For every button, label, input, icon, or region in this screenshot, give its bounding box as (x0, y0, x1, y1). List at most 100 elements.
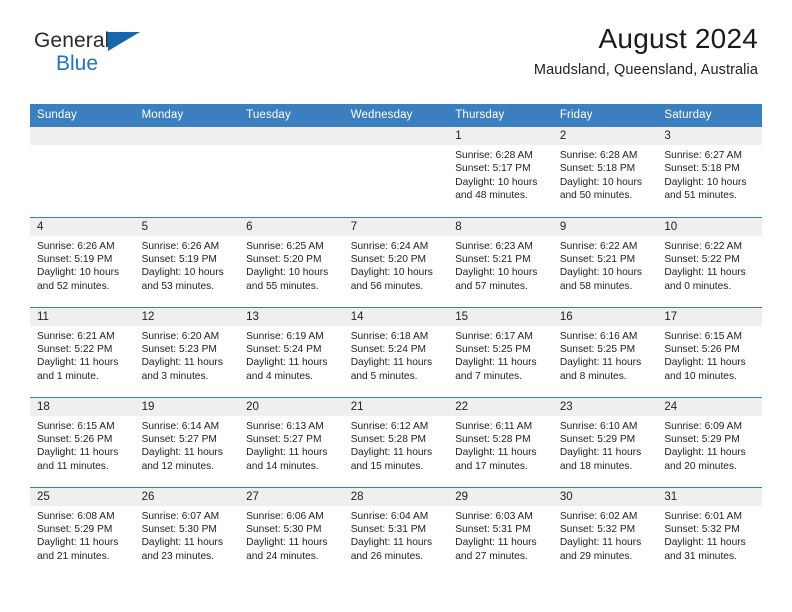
calendar-day-cell[interactable]: 12 Sunrise: 6:20 AM Sunset: 5:23 PM Dayligh… (134, 306, 240, 397)
day-number: 22 (448, 397, 553, 416)
sunrise-text: Sunrise: 6:20 AM (141, 330, 220, 342)
day-number: 8 (448, 217, 553, 236)
weekday-header-friday: Friday (552, 104, 658, 127)
daylight-text-line2: and 53 minutes. (141, 280, 215, 292)
daylight-text-line1: Daylight: 10 hours (455, 267, 538, 279)
daylight-text-line1: Daylight: 11 hours (37, 537, 119, 549)
daylight-text-line2: and 55 minutes. (246, 280, 319, 292)
sunrise-text: Sunrise: 6:16 AM (559, 330, 638, 342)
sunset-text: Sunset: 5:25 PM (559, 343, 636, 355)
daylight-text-line1: Daylight: 11 hours (37, 357, 119, 369)
daylight-text-line1: Daylight: 11 hours (141, 357, 223, 369)
calendar-day-cell[interactable]: 5 Sunrise: 6:26 AM Sunset: 5:19 PM Daylight… (134, 216, 240, 307)
sunset-text: Sunset: 5:29 PM (664, 433, 740, 445)
day-details: Sunrise: 6:10 AM Sunset: 5:29 PM Daylight:… (553, 416, 658, 474)
calendar-day-cell[interactable]: 13 Sunrise: 6:19 AM Sunset: 5:24 PM Dayligh… (239, 306, 344, 397)
calendar-day-cell[interactable]: 6 Sunrise: 6:25 AM Sunset: 5:20 PM Daylight… (239, 216, 344, 307)
calendar-day-cell[interactable]: 7 Sunrise: 6:24 AM Sunset: 5:20 PM Daylight… (343, 216, 449, 307)
calendar-day-cell[interactable]: 17 Sunrise: 6:15 AM Sunset: 5:26 PM Dayligh… (657, 306, 762, 397)
calendar-day-cell[interactable]: 19 Sunrise: 6:14 AM Sunset: 5:27 PM Dayligh… (134, 396, 240, 487)
calendar-day-cell[interactable]: 29 Sunrise: 6:03 AM Sunset: 5:31 PM Dayligh… (448, 486, 553, 577)
day-number: 4 (30, 217, 135, 236)
sunset-text: Sunset: 5:32 PM (559, 523, 636, 535)
day-number: 18 (30, 397, 135, 416)
calendar-day-cell[interactable]: 27 Sunrise: 6:06 AM Sunset: 5:30 PM Dayligh… (239, 486, 344, 577)
daylight-text-line2: and 14 minutes. (246, 460, 319, 472)
sunrise-text: Sunrise: 6:19 AM (246, 330, 324, 342)
calendar-day-cell[interactable]: 16 Sunrise: 6:16 AM Sunset: 5:25 PM Dayligh… (552, 306, 658, 397)
calendar-day-cell[interactable]: 31 Sunrise: 6:01 AM Sunset: 5:32 PM Dayligh… (657, 486, 762, 577)
daylight-text-line2: and 26 minutes. (350, 550, 424, 562)
calendar-day-cell[interactable]: 3 Sunrise: 6:27 AM Sunset: 5:18 PM Daylight… (657, 127, 762, 217)
calendar-week-row: 25 Sunrise: 6:08 AM Sunset: 5:29 PM Dayligh… (30, 486, 762, 577)
calendar-day-cell[interactable]: 26 Sunrise: 6:07 AM Sunset: 5:30 PM Dayligh… (134, 486, 240, 577)
calendar-day-cell[interactable]: 20 Sunrise: 6:13 AM Sunset: 5:27 PM Dayligh… (239, 396, 344, 487)
day-number: 19 (134, 397, 240, 416)
daylight-text-line1: Daylight: 11 hours (559, 357, 642, 369)
day-number: 28 (343, 487, 449, 506)
daylight-text-line1: Daylight: 11 hours (350, 447, 433, 459)
day-number: 6 (239, 217, 344, 236)
sunset-text: Sunset: 5:31 PM (455, 523, 531, 535)
calendar-day-cell[interactable]: 4 Sunrise: 6:26 AM Sunset: 5:19 PM Daylight… (30, 216, 135, 307)
day-number: 9 (552, 217, 658, 236)
page-header: General Blue August 2024 Maudsland, Quee… (0, 0, 792, 100)
calendar-day-cell[interactable]: 18 Sunrise: 6:15 AM Sunset: 5:26 PM Dayligh… (30, 396, 135, 487)
day-number: 12 (134, 307, 240, 326)
weekday-header-thursday: Thursday (448, 104, 553, 127)
daylight-text-line1: Daylight: 11 hours (246, 357, 328, 369)
day-details: Sunrise: 6:26 AM Sunset: 5:19 PM Daylight:… (135, 236, 240, 294)
calendar-day-cell[interactable]: 15 Sunrise: 6:17 AM Sunset: 5:25 PM Dayligh… (448, 306, 553, 397)
day-details: Sunrise: 6:22 AM Sunset: 5:21 PM Daylight:… (553, 236, 658, 294)
day-details: Sunrise: 6:09 AM Sunset: 5:29 PM Daylight:… (657, 416, 762, 474)
daylight-text-line1: Daylight: 10 hours (350, 267, 433, 279)
sunrise-text: Sunrise: 6:22 AM (664, 240, 742, 252)
day-details: Sunrise: 6:26 AM Sunset: 5:19 PM Daylight:… (30, 236, 135, 294)
calendar-day-cell-empty (30, 127, 135, 217)
daylight-text-line2: and 20 minutes. (664, 460, 737, 472)
sunset-text: Sunset: 5:28 PM (455, 433, 531, 445)
calendar-day-cell[interactable]: 2 Sunrise: 6:28 AM Sunset: 5:18 PM Daylight… (552, 127, 658, 217)
sunset-text: Sunset: 5:30 PM (246, 523, 322, 535)
sunrise-text: Sunrise: 6:13 AM (246, 420, 324, 432)
calendar-day-cell[interactable]: 24 Sunrise: 6:09 AM Sunset: 5:29 PM Dayligh… (657, 396, 762, 487)
calendar-day-cell[interactable]: 28 Sunrise: 6:04 AM Sunset: 5:31 PM Dayligh… (343, 486, 449, 577)
sunset-text: Sunset: 5:30 PM (141, 523, 217, 535)
sunrise-text: Sunrise: 6:27 AM (664, 150, 742, 161)
daylight-text-line1: Daylight: 11 hours (664, 267, 746, 279)
weekday-header-tuesday: Tuesday (239, 104, 344, 127)
calendar-day-cell[interactable]: 9 Sunrise: 6:22 AM Sunset: 5:21 PM Daylight… (552, 216, 658, 307)
sunrise-text: Sunrise: 6:15 AM (664, 330, 742, 342)
sunrise-text: Sunrise: 6:23 AM (455, 240, 533, 252)
daylight-text-line1: Daylight: 11 hours (455, 357, 537, 369)
calendar-day-cell[interactable]: 14 Sunrise: 6:18 AM Sunset: 5:24 PM Dayligh… (343, 306, 449, 397)
daylight-text-line1: Daylight: 11 hours (664, 357, 746, 369)
flag-triangle-icon (108, 32, 140, 51)
calendar-day-cell[interactable]: 25 Sunrise: 6:08 AM Sunset: 5:29 PM Dayligh… (30, 486, 135, 577)
daylight-text-line2: and 23 minutes. (141, 550, 215, 562)
day-number: 27 (239, 487, 344, 506)
calendar-day-cell[interactable]: 30 Sunrise: 6:02 AM Sunset: 5:32 PM Dayligh… (552, 486, 658, 577)
day-number: 10 (657, 217, 762, 236)
weekday-header-row: Sunday Monday Tuesday Wednesday Thursday Frid… (30, 104, 762, 127)
day-details: Sunrise: 6:02 AM Sunset: 5:32 PM Daylight:… (553, 506, 658, 564)
calendar-day-cell[interactable]: 22 Sunrise: 6:11 AM Sunset: 5:28 PM Dayligh… (448, 396, 553, 487)
calendar-day-cell[interactable]: 23 Sunrise: 6:10 AM Sunset: 5:29 PM Dayligh… (552, 396, 658, 487)
daylight-text-line2: and 4 minutes. (246, 370, 313, 382)
daylight-text-line2: and 51 minutes. (664, 190, 737, 202)
calendar-day-cell[interactable]: 10 Sunrise: 6:22 AM Sunset: 5:22 PM Dayligh… (657, 216, 762, 307)
calendar-day-cell[interactable]: 1 Sunrise: 6:28 AM Sunset: 5:17 PM Daylight… (448, 127, 553, 217)
brand-logo[interactable]: General Blue (34, 30, 154, 76)
sunrise-text: Sunrise: 6:09 AM (664, 420, 742, 432)
day-number (134, 127, 240, 145)
day-details: Sunrise: 6:12 AM Sunset: 5:28 PM Daylight:… (344, 416, 449, 474)
daylight-text-line2: and 12 minutes. (141, 460, 215, 472)
day-details: Sunrise: 6:21 AM Sunset: 5:22 PM Daylight:… (30, 326, 135, 384)
daylight-text-line2: and 52 minutes. (37, 280, 110, 292)
calendar-day-cell[interactable]: 8 Sunrise: 6:23 AM Sunset: 5:21 PM Daylight… (448, 216, 553, 307)
day-number: 1 (448, 127, 553, 145)
sunset-text: Sunset: 5:21 PM (455, 253, 531, 265)
calendar-day-cell[interactable]: 11 Sunrise: 6:21 AM Sunset: 5:22 PM Dayligh… (30, 306, 135, 397)
calendar-day-cell[interactable]: 21 Sunrise: 6:12 AM Sunset: 5:28 PM Dayligh… (343, 396, 449, 487)
daylight-text-line2: and 48 minutes. (455, 190, 528, 202)
